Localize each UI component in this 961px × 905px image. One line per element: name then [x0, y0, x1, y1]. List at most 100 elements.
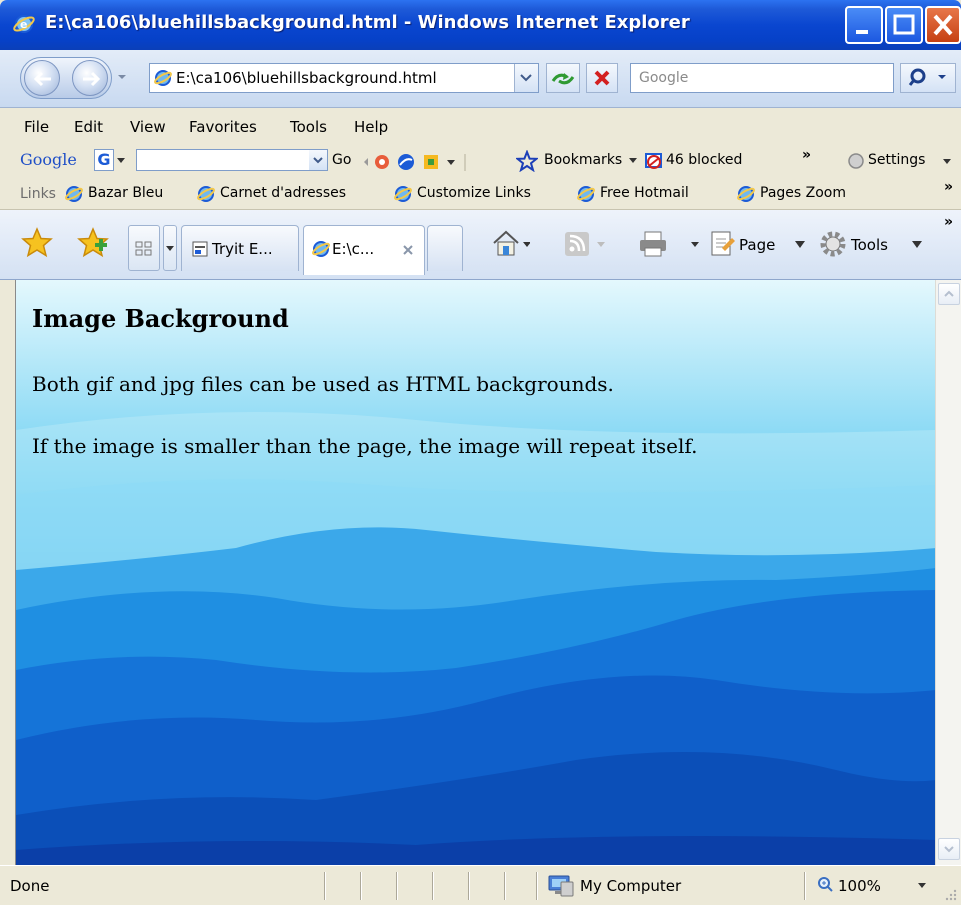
- refresh-icon: [551, 73, 575, 85]
- menu-file[interactable]: File: [24, 118, 49, 136]
- popups-blocked-count[interactable]: 46 blocked: [666, 152, 742, 168]
- print-icon[interactable]: [637, 228, 703, 260]
- zoom-dropdown-icon[interactable]: [917, 882, 927, 890]
- links-label: Links: [20, 186, 56, 202]
- zoom-level[interactable]: 100%: [838, 877, 881, 895]
- menu-tools[interactable]: Tools: [290, 118, 327, 136]
- page-heading: Image Background: [32, 304, 289, 333]
- bookmarks-dropdown-icon[interactable]: [628, 157, 638, 165]
- tab-active-page[interactable]: E:\c...: [303, 225, 425, 275]
- link-carnet-adresses[interactable]: Carnet d'adresses: [220, 185, 346, 201]
- favorites-star-icon[interactable]: [20, 226, 54, 260]
- chevron-down-icon: [166, 246, 174, 251]
- zoom-icon: [818, 877, 833, 892]
- chevron-down-icon: [944, 846, 954, 853]
- vertical-scrollbar[interactable]: [935, 280, 961, 865]
- back-button[interactable]: [24, 60, 60, 96]
- ie-page-icon: [312, 241, 330, 257]
- stop-button[interactable]: [586, 63, 618, 93]
- google-logo[interactable]: Google: [20, 150, 77, 169]
- minimize-button[interactable]: [845, 6, 883, 44]
- status-bar: Done My Computer 100%: [0, 865, 961, 905]
- resize-grip-icon[interactable]: [944, 888, 958, 902]
- page-menu-dropdown-icon[interactable]: [794, 240, 806, 250]
- feeds-icon[interactable]: [562, 228, 606, 260]
- status-divider: [432, 872, 434, 900]
- status-divider: [504, 872, 506, 900]
- security-zone[interactable]: My Computer: [580, 877, 681, 895]
- google-search-dropdown[interactable]: [309, 150, 327, 170]
- search-placeholder: Google: [639, 70, 689, 86]
- scroll-up-button[interactable]: [938, 283, 960, 305]
- settings-icon: [848, 153, 864, 169]
- more-commands-chevron-icon[interactable]: »: [944, 214, 953, 230]
- google-go-button[interactable]: Go: [332, 152, 351, 168]
- recent-pages-dropdown-icon[interactable]: [116, 71, 128, 83]
- status-divider: [536, 872, 538, 900]
- quick-tabs-button[interactable]: [128, 225, 160, 271]
- scroll-down-button[interactable]: [938, 838, 960, 860]
- google-search-field[interactable]: [136, 149, 328, 171]
- address-dropdown-button[interactable]: [514, 64, 538, 92]
- page-menu-button[interactable]: Page: [739, 236, 775, 254]
- home-icon[interactable]: [490, 228, 530, 260]
- window-title: E:\ca106\bluehillsbackground.html - Wind…: [45, 12, 690, 33]
- settings-button[interactable]: Settings: [868, 152, 925, 168]
- computer-icon: [548, 875, 574, 897]
- star-icon: [516, 150, 538, 172]
- title-bar[interactable]: e E:\ca106\bluehillsbackground.html - Wi…: [0, 0, 961, 50]
- google-tool-icons[interactable]: [362, 151, 472, 173]
- more-links-chevron-icon[interactable]: »: [944, 179, 953, 195]
- page-icon: [192, 241, 208, 257]
- settings-dropdown-icon[interactable]: [942, 158, 952, 166]
- grid-icon: [135, 241, 152, 256]
- page-paragraph: Both gif and jpg files can be used as HT…: [32, 372, 614, 396]
- close-tab-icon[interactable]: [402, 244, 414, 256]
- maximize-button[interactable]: [885, 6, 923, 44]
- search-input[interactable]: Google: [630, 63, 894, 93]
- chevron-down-icon: [313, 157, 323, 164]
- forward-button[interactable]: [72, 60, 108, 96]
- google-menu-dropdown-icon[interactable]: [116, 157, 126, 165]
- chevron-down-icon: [520, 74, 532, 82]
- blue-hills-background-image: [16, 280, 935, 865]
- svg-text:e: e: [20, 18, 27, 31]
- bookmarks-button[interactable]: Bookmarks: [544, 152, 622, 168]
- arrow-left-icon: [33, 71, 51, 87]
- menu-edit[interactable]: Edit: [74, 118, 103, 136]
- status-divider: [804, 872, 806, 900]
- tools-dropdown-icon[interactable]: [911, 240, 923, 250]
- ie-logo-icon: e: [13, 15, 35, 33]
- address-url[interactable]: E:\ca106\bluehillsbackground.html: [176, 69, 437, 87]
- google-menu-button[interactable]: G: [94, 149, 114, 171]
- close-button[interactable]: [925, 6, 961, 44]
- search-button[interactable]: [900, 63, 956, 93]
- page-icon: [154, 70, 172, 86]
- ie-link-icon: [737, 186, 755, 202]
- add-favorite-icon[interactable]: [76, 226, 110, 260]
- tools-menu-button[interactable]: Tools: [851, 236, 888, 254]
- close-icon: [933, 14, 953, 36]
- status-text: Done: [10, 877, 50, 895]
- navigation-buttons: [20, 57, 112, 99]
- menu-help[interactable]: Help: [354, 118, 388, 136]
- minimize-icon: [856, 30, 868, 34]
- link-customize-links[interactable]: Customize Links: [417, 185, 531, 201]
- browser-window: e E:\ca106\bluehillsbackground.html - Wi…: [0, 0, 961, 905]
- refresh-button[interactable]: [546, 63, 580, 93]
- new-tab-button[interactable]: [427, 225, 463, 271]
- google-toolbar: Google G Go Bookmarks 46 blocked » Setti…: [0, 145, 961, 177]
- menu-view[interactable]: View: [130, 118, 166, 136]
- page-content: Image Background Both gif and jpg files …: [15, 280, 935, 865]
- ie-link-icon: [394, 186, 412, 202]
- link-bazar-bleu[interactable]: Bazar Bleu: [88, 185, 163, 201]
- tab-tryit[interactable]: Tryit E...: [181, 225, 299, 271]
- menu-bar: File Edit View Favorites Tools Help: [0, 108, 961, 145]
- more-chevron-icon[interactable]: »: [802, 147, 811, 163]
- menu-favorites[interactable]: Favorites: [189, 118, 257, 136]
- status-divider: [360, 872, 362, 900]
- address-bar[interactable]: E:\ca106\bluehillsbackground.html: [149, 63, 539, 93]
- link-pages-zoom[interactable]: Pages Zoom: [760, 185, 846, 201]
- tab-list-button[interactable]: [163, 225, 177, 271]
- link-free-hotmail[interactable]: Free Hotmail: [600, 185, 689, 201]
